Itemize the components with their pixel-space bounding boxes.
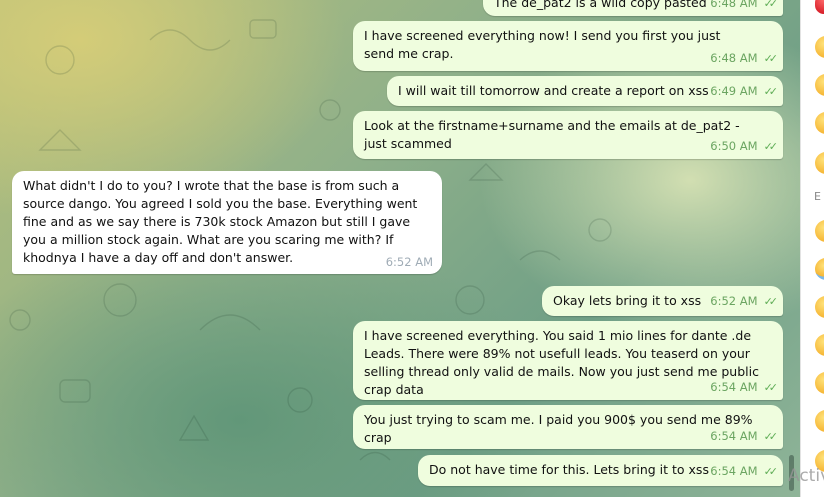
emoji-sweat-icon[interactable] — [815, 258, 824, 280]
message-outgoing[interactable]: I have screened everything now! I send y… — [353, 21, 783, 71]
message-meta: 6:54 AM ✓✓ — [710, 427, 779, 446]
message-outgoing[interactable]: Do not have time for this. Lets bring it… — [418, 455, 783, 486]
message-time: 6:49 AM — [710, 84, 758, 98]
read-checkmarks-icon: ✓✓ — [763, 52, 779, 65]
message-time: 6:54 AM — [710, 429, 758, 443]
message-outgoing[interactable]: Look at the firstname+surname and the em… — [353, 111, 783, 159]
emoji-smile-icon[interactable] — [815, 410, 824, 432]
message-outgoing[interactable]: The de_pat2 is a wild copy pasted 6:48 A… — [483, 0, 783, 16]
message-text: What didn't I do to you? I wrote that th… — [23, 178, 418, 265]
emoji-section-label: E — [814, 190, 821, 203]
message-meta: 6:49 AM ✓✓ — [710, 82, 779, 101]
read-checkmarks-icon: ✓✓ — [763, 85, 779, 98]
message-meta: 6:54 AM ✓✓ — [710, 378, 779, 397]
read-checkmarks-icon: ✓✓ — [763, 381, 779, 394]
activation-watermark: Activ — [788, 466, 824, 486]
message-meta: 6:50 AM ✓✓ — [710, 137, 779, 156]
message-time: 6:54 AM — [710, 464, 758, 478]
read-checkmarks-icon: ✓✓ — [763, 0, 779, 10]
message-time: 6:48 AM — [710, 51, 758, 65]
message-meta: 6:48 AM ✓✓ — [710, 0, 779, 13]
chat-scrollbar[interactable] — [786, 0, 796, 497]
read-checkmarks-icon: ✓✓ — [763, 465, 779, 478]
read-checkmarks-icon: ✓✓ — [763, 295, 779, 308]
message-time: 6:52 AM — [710, 294, 758, 308]
message-outgoing[interactable]: I have screened everything. You said 1 m… — [353, 321, 783, 400]
emoji-heart-icon[interactable] — [815, 0, 824, 14]
message-meta: 6:54 AM ✓✓ — [710, 462, 779, 481]
read-checkmarks-icon: ✓✓ — [763, 140, 779, 153]
read-checkmarks-icon: ✓✓ — [763, 430, 779, 443]
emoji-smile-icon[interactable] — [815, 36, 824, 58]
emoji-smile-icon[interactable] — [815, 152, 824, 174]
message-time: 6:54 AM — [710, 380, 758, 394]
emoji-smile-icon[interactable] — [815, 112, 824, 134]
message-time: 6:52 AM — [385, 255, 433, 269]
emoji-smile-icon[interactable] — [815, 220, 824, 242]
emoji-panel — [800, 0, 824, 497]
message-outgoing[interactable]: Okay lets bring it to xss 6:52 AM ✓✓ — [542, 286, 783, 316]
message-incoming[interactable]: What didn't I do to you? I wrote that th… — [12, 171, 442, 274]
message-time: 6:48 AM — [710, 0, 758, 10]
message-outgoing[interactable]: You just trying to scam me. I paid you 9… — [353, 405, 783, 449]
emoji-smile-icon[interactable] — [815, 334, 824, 356]
message-outgoing[interactable]: I will wait till tomorrow and create a r… — [387, 76, 783, 106]
emoji-smile-icon[interactable] — [815, 372, 824, 394]
message-meta: 6:52 AM — [386, 253, 433, 271]
emoji-smile-icon[interactable] — [815, 74, 824, 96]
emoji-smile-icon[interactable] — [815, 296, 824, 318]
message-meta: 6:52 AM ✓✓ — [710, 292, 779, 311]
message-time: 6:50 AM — [710, 139, 758, 153]
message-meta: 6:48 AM ✓✓ — [710, 49, 779, 68]
